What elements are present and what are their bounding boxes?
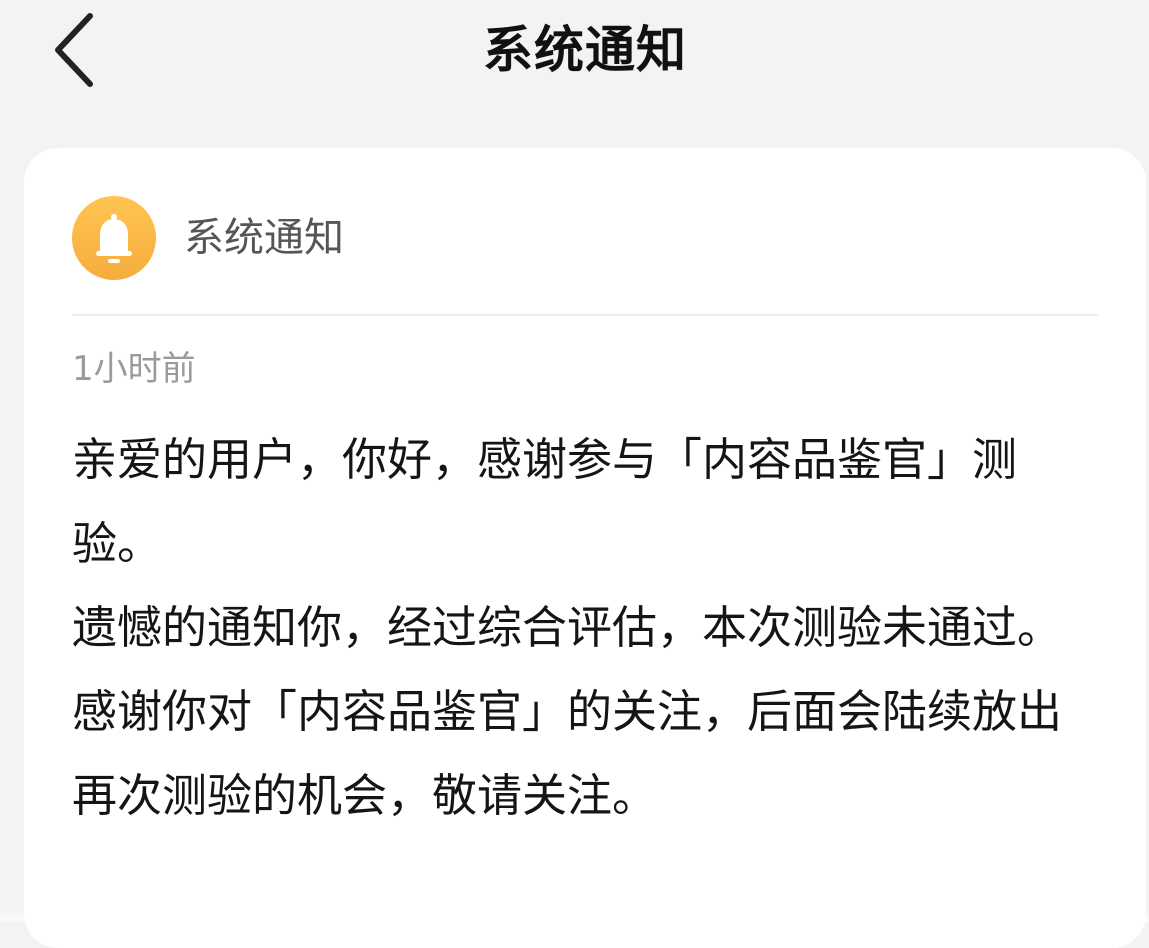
notification-header: 系统通知: [72, 196, 1098, 280]
timestamp: 1小时前: [72, 349, 196, 389]
avatar: [72, 196, 156, 280]
nav-bar: 系统通知: [0, 0, 1149, 110]
message-body: 亲爱的用户，你好，感谢参与「内容品鉴官」测验。 遗憾的通知你，经过综合评估，本次…: [72, 433, 1063, 822]
sender-name: 系统通知: [184, 215, 344, 261]
notification-card[interactable]: 系统通知 1小时前 亲爱的用户，你好，感谢参与「内容品鉴官」测验。 遗憾的通知你…: [24, 148, 1146, 948]
divider: [72, 314, 1098, 316]
bell-icon: [96, 214, 132, 263]
page-title: 系统通知: [483, 21, 687, 79]
bottom-fade: [0, 908, 1149, 922]
